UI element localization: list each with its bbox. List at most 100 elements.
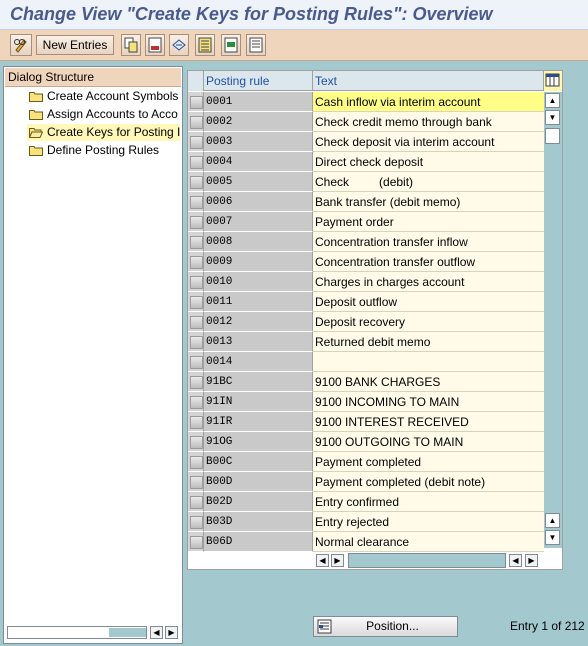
table-row[interactable]: 0006 Bank transfer (debit memo) [188,192,544,212]
row-selector[interactable] [188,532,204,552]
row-selector[interactable] [188,152,204,172]
scroll-track[interactable] [7,626,147,639]
table-row[interactable]: 0003 Check deposit via interim account [188,132,544,152]
row-selector[interactable] [188,432,204,452]
text-cell[interactable]: 9100 BANK CHARGES [313,372,544,392]
table-row[interactable]: 0011 Deposit outflow [188,292,544,312]
table-row[interactable]: 0009 Concentration transfer outflow [188,252,544,272]
row-selector[interactable] [188,212,204,232]
row-selector[interactable] [188,272,204,292]
deselect-all-button[interactable] [246,34,266,56]
text-cell[interactable]: Check deposit via interim account [313,132,544,152]
text-cell[interactable]: Charges in charges account [313,272,544,292]
row-selector[interactable] [188,312,204,332]
table-row[interactable]: 0008 Concentration transfer inflow [188,232,544,252]
table-row[interactable]: 0013 Returned debit memo [188,332,544,352]
row-selector[interactable] [188,112,204,132]
select-all-rows-button[interactable] [188,71,204,91]
scroll-thumb[interactable] [545,128,560,144]
row-selector[interactable] [188,172,204,192]
scroll-track[interactable] [348,553,506,568]
table-row[interactable]: 0010 Charges in charges account [188,272,544,292]
table-row[interactable]: B06D Normal clearance [188,532,544,552]
table-horizontal-scrollbar[interactable]: ◀ ▶ ◀ ▶ [316,553,542,568]
column-header-text[interactable]: Text [313,71,543,91]
scroll-left-icon[interactable]: ▶ [331,554,344,567]
scroll-first-icon[interactable]: ◀ [316,554,329,567]
delete-button[interactable] [145,34,165,56]
position-button[interactable]: Position... [313,616,458,637]
row-selector[interactable] [188,332,204,352]
row-selector[interactable] [188,472,204,492]
text-cell[interactable]: Cash inflow via interim account [313,92,544,112]
text-cell[interactable]: 9100 INTEREST RECEIVED [313,412,544,432]
row-selector[interactable] [188,412,204,432]
text-cell[interactable]: Returned debit memo [313,332,544,352]
text-cell[interactable]: 9100 OUTGOING TO MAIN [313,432,544,452]
row-selector[interactable] [188,352,204,372]
row-selector[interactable] [188,392,204,412]
scroll-right-icon[interactable]: ◀ [509,554,522,567]
row-selector[interactable] [188,252,204,272]
table-row[interactable]: 91IR 9100 INTEREST RECEIVED [188,412,544,432]
tree-horizontal-scrollbar[interactable]: ◀ ▶ [7,626,179,639]
table-row[interactable]: 91IN 9100 INCOMING TO MAIN [188,392,544,412]
row-selector[interactable] [188,192,204,212]
table-row[interactable]: 91OG 9100 OUTGOING TO MAIN [188,432,544,452]
select-block-button[interactable] [221,34,241,56]
undo-change-button[interactable] [169,34,189,56]
text-cell[interactable]: Deposit outflow [313,292,544,312]
text-cell[interactable]: Entry rejected [313,512,544,532]
row-selector[interactable] [188,372,204,392]
table-row[interactable]: 0002 Check credit memo through bank [188,112,544,132]
row-selector[interactable] [188,492,204,512]
table-settings-button[interactable] [543,71,562,91]
row-selector[interactable] [188,452,204,472]
table-row[interactable]: 91BC 9100 BANK CHARGES [188,372,544,392]
table-row[interactable]: 0005 Check (debit) [188,172,544,192]
table-row[interactable]: B00D Payment completed (debit note) [188,472,544,492]
row-selector[interactable] [188,92,204,112]
text-cell[interactable]: Payment completed [313,452,544,472]
row-selector[interactable] [188,132,204,152]
text-cell[interactable]: Direct check deposit [313,152,544,172]
scroll-thumb[interactable] [109,628,146,637]
table-row[interactable]: B03D Entry rejected [188,512,544,532]
scroll-down-icon[interactable]: ▼ [545,110,560,125]
row-selector[interactable] [188,292,204,312]
scroll-right-icon[interactable]: ▶ [165,626,178,639]
table-row[interactable]: 0007 Payment order [188,212,544,232]
table-row[interactable]: 0014 [188,352,544,372]
text-cell[interactable]: 9100 INCOMING TO MAIN [313,392,544,412]
text-cell[interactable]: Deposit recovery [313,312,544,332]
table-row[interactable]: 0012 Deposit recovery [188,312,544,332]
copy-as-button[interactable] [121,34,141,56]
table-row[interactable]: 0004 Direct check deposit [188,152,544,172]
tree-item-assign-accounts[interactable]: Assign Accounts to Acco [27,106,180,123]
tree-item-create-keys-posting-rules[interactable]: Create Keys for Posting I [27,124,180,141]
row-selector[interactable] [188,512,204,532]
scroll-left-icon[interactable]: ◀ [150,626,163,639]
text-cell[interactable]: Bank transfer (debit memo) [313,192,544,212]
new-entries-button[interactable]: New Entries [36,35,114,55]
text-cell[interactable]: Check credit memo through bank [313,112,544,132]
table-row[interactable]: 0001 Cash inflow via interim account [188,92,544,112]
table-vertical-scrollbar[interactable]: ▲ ▼ ▲ ▼ [544,92,562,548]
page-down-icon[interactable]: ▼ [545,530,560,545]
page-up-icon[interactable]: ▲ [545,513,560,528]
text-cell[interactable]: Entry confirmed [313,492,544,512]
text-cell[interactable]: Payment order [313,212,544,232]
text-cell[interactable]: Check (debit) [313,172,544,192]
text-cell[interactable] [313,352,544,372]
scroll-up-icon[interactable]: ▲ [545,93,560,108]
table-row[interactable]: B02D Entry confirmed [188,492,544,512]
tree-item-define-posting-rules[interactable]: Define Posting Rules [27,142,180,159]
scroll-last-icon[interactable]: ▶ [525,554,538,567]
select-all-button[interactable] [195,34,215,56]
display-change-button[interactable] [10,34,32,56]
text-cell[interactable]: Concentration transfer inflow [313,232,544,252]
text-cell[interactable]: Payment completed (debit note) [313,472,544,492]
text-cell[interactable]: Normal clearance [313,532,544,552]
tree-item-create-account-symbols[interactable]: Create Account Symbols [27,88,180,105]
table-row[interactable]: B00C Payment completed [188,452,544,472]
